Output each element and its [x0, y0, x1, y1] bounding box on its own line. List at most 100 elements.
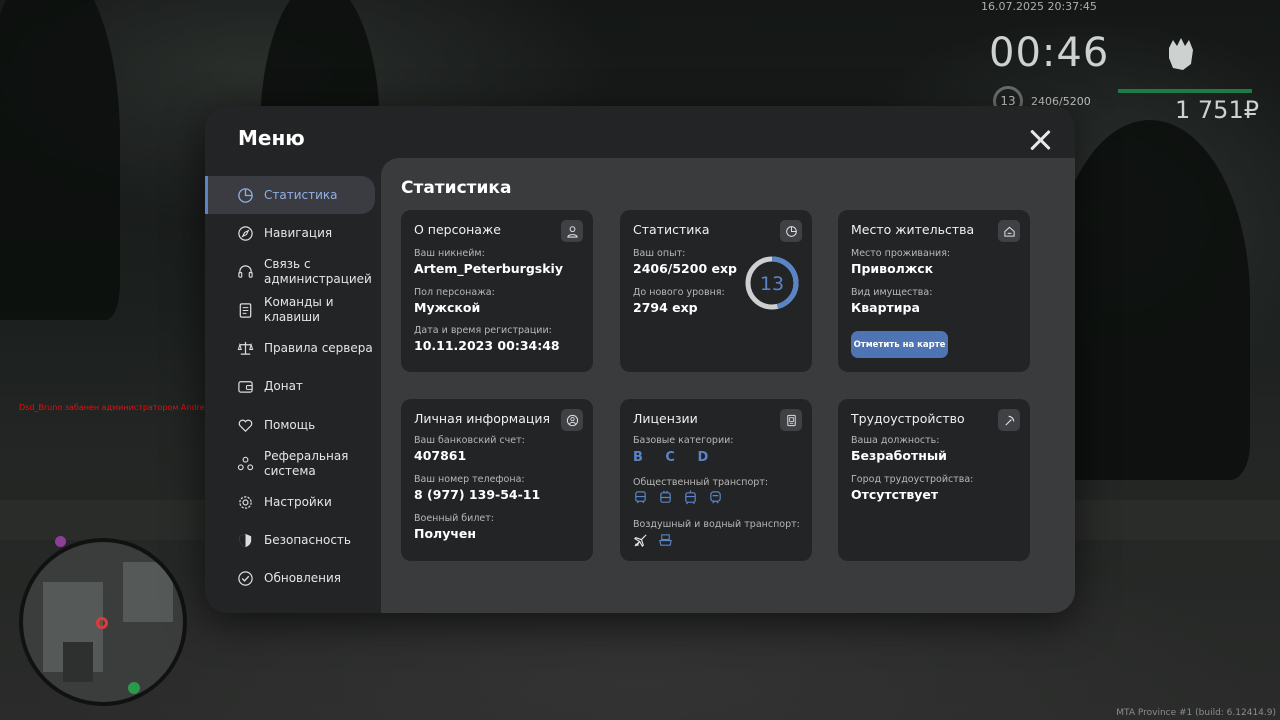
work-city-value: Отсутствует: [851, 487, 939, 502]
sidebar-item-label: Обновления: [264, 571, 342, 586]
license-icon: [780, 409, 802, 431]
pie-chart-icon: [237, 187, 254, 204]
content-title: Статистика: [401, 178, 512, 198]
position-label: Ваша должность:: [851, 435, 940, 446]
sidebar-item-donate[interactable]: Донат: [205, 368, 381, 406]
public-transport-icons: [633, 490, 723, 505]
shield-icon: [237, 532, 254, 549]
air-water-transport-icons: [633, 533, 673, 548]
minimap: [19, 538, 187, 706]
sidebar-item-label: Настройки: [264, 494, 332, 509]
next-level-value: 2794 exp: [633, 300, 698, 315]
boat-icon: [659, 534, 672, 546]
card-title: Трудоустройство: [851, 411, 965, 426]
card-residence: Место жительства Место проживания: Приво…: [838, 210, 1030, 372]
sidebar-item-settings[interactable]: Настройки: [205, 483, 381, 521]
airplane-icon: [633, 534, 647, 548]
home-icon: [998, 220, 1020, 242]
user-icon: [561, 220, 583, 242]
sidebar-item-label: Связь с администрацией: [264, 256, 372, 286]
hud-health-bar: [1118, 89, 1252, 93]
level-number: 13: [760, 273, 784, 295]
public-transport-label: Общественный транспорт:: [633, 477, 769, 488]
card-title: Лицензии: [633, 411, 698, 426]
position-value: Безработный: [851, 448, 947, 463]
next-level-label: До нового уровня:: [633, 287, 725, 298]
wallet-icon: [237, 378, 254, 395]
fist-icon: [1163, 34, 1199, 74]
user-circle-icon: [561, 409, 583, 431]
sidebar-item-rules[interactable]: Правила сервера: [205, 330, 381, 368]
nickname-label: Ваш никнейм:: [414, 248, 485, 259]
phone-label: Ваш номер телефона:: [414, 474, 525, 485]
sidebar-item-help[interactable]: Помощь: [205, 406, 381, 444]
sidebar-item-label: Команды и клавиши: [264, 295, 334, 325]
background-tree: [1050, 120, 1250, 480]
bus-icon: [635, 491, 646, 504]
card-title: Личная информация: [414, 411, 551, 426]
pickaxe-icon: [998, 409, 1020, 431]
card-statistics: Статистика Ваш опыт: 2406/5200 exp До но…: [620, 210, 812, 372]
card-employment: Трудоустройство Ваша должность: Безработ…: [838, 399, 1030, 561]
registration-value: 10.11.2023 00:34:48: [414, 338, 560, 353]
exp-label: Ваш опыт:: [633, 248, 686, 259]
headset-icon: [237, 263, 254, 280]
scales-icon: [237, 340, 254, 357]
sidebar: Статистика Навигация Связь с администрац…: [205, 176, 381, 598]
sidebar-item-label: Помощь: [264, 417, 316, 432]
close-button[interactable]: [1028, 128, 1052, 152]
trolleybus-icon: [660, 490, 671, 503]
menu-title: Меню: [238, 126, 305, 150]
card-title: О персонаже: [414, 222, 501, 237]
minimap-marker-icon: [55, 536, 66, 547]
sidebar-item-admin-contact[interactable]: Связь с администрацией: [205, 253, 381, 291]
card-personal-info: Личная информация Ваш банковский счет: 4…: [401, 399, 593, 561]
tram-icon: [685, 490, 696, 505]
exp-value: 2406/5200 exp: [633, 261, 737, 276]
card-title: Место жительства: [851, 222, 975, 237]
sidebar-item-statistics[interactable]: Статистика: [205, 176, 375, 214]
gender-label: Пол персонажа:: [414, 287, 495, 298]
heart-hand-icon: [237, 417, 254, 434]
mark-on-map-button[interactable]: Отметить на карте: [851, 331, 948, 358]
menu-window: Меню Статистика Навигация Связь с админи…: [205, 106, 1075, 613]
bank-account-value: 407861: [414, 448, 467, 463]
registration-label: Дата и время регистрации:: [414, 325, 552, 336]
nickname-value: Artem_Peterburgskiy: [414, 261, 563, 276]
sidebar-item-navigation[interactable]: Навигация: [205, 214, 381, 252]
air-water-transport-label: Воздушный и водный транспорт:: [633, 519, 800, 530]
pie-chart-icon: [780, 220, 802, 242]
sidebar-item-updates[interactable]: Обновления: [205, 560, 381, 598]
property-type-value: Квартира: [851, 300, 920, 315]
minimap-block: [63, 642, 93, 682]
sidebar-item-label: Донат: [264, 379, 303, 394]
player-position-icon: [96, 617, 108, 629]
compass-icon: [237, 225, 254, 242]
background-tree: [0, 0, 120, 320]
sidebar-item-security[interactable]: Безопасность: [205, 522, 381, 560]
place-label: Место проживания:: [851, 248, 951, 259]
sidebar-item-referral[interactable]: Реферальная система: [205, 445, 381, 483]
phone-value: 8 (977) 139-54-11: [414, 487, 541, 502]
sidebar-item-commands[interactable]: Команды и клавиши: [205, 291, 381, 329]
check-circle-icon: [237, 570, 254, 587]
gender-value: Мужской: [414, 300, 481, 315]
base-categories-value: B C D: [633, 450, 718, 465]
property-type-label: Вид имущества:: [851, 287, 933, 298]
sidebar-item-label: Реферальная система: [264, 448, 349, 478]
bank-account-label: Ваш банковский счет:: [414, 435, 525, 446]
sidebar-item-label: Правила сервера: [264, 341, 373, 356]
gear-icon: [237, 494, 254, 511]
card-title: Статистика: [633, 222, 710, 237]
sidebar-item-label: Статистика: [264, 187, 338, 202]
build-info: MTA Province #1 (build: 6.12414.9): [1116, 708, 1276, 718]
military-id-label: Военный билет:: [414, 513, 494, 524]
place-value: Приволжск: [851, 261, 934, 276]
sidebar-item-label: Навигация: [264, 225, 333, 240]
document-icon: [237, 302, 254, 319]
level-progress-ring: 13: [745, 256, 799, 310]
base-categories-label: Базовые категории:: [633, 435, 734, 446]
hud-money: 1 751₽: [1175, 96, 1259, 124]
hud-datetime: 16.07.2025 20:37:45: [981, 0, 1097, 13]
work-city-label: Город трудоустройства:: [851, 474, 974, 485]
